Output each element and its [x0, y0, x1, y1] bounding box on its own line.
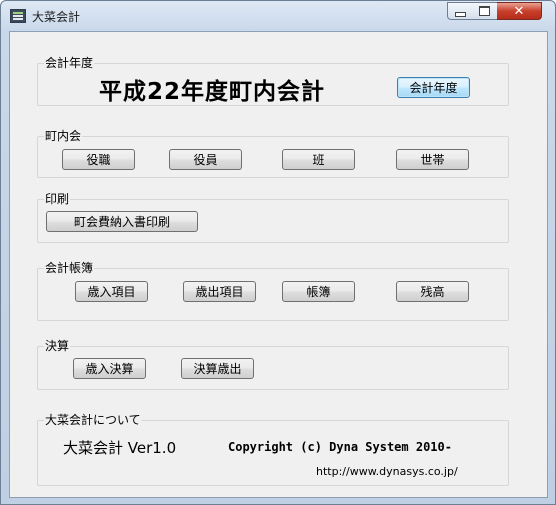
settlement-group-label: 決算 — [44, 339, 71, 353]
about-url[interactable]: http://www.dynasys.co.jp/ — [316, 465, 458, 478]
app-icon[interactable] — [10, 9, 26, 23]
title-bar[interactable]: 大菜会計 ✕ — [1, 1, 555, 31]
minimize-button[interactable] — [447, 2, 473, 20]
about-group-label: 大菜会計について — [44, 413, 142, 427]
close-icon: ✕ — [513, 3, 525, 19]
maximize-icon — [479, 6, 490, 16]
minimize-icon — [454, 11, 466, 17]
fiscal-year-group-label: 会計年度 — [44, 56, 95, 70]
fiscal-year-button[interactable]: 会計年度 — [397, 77, 470, 98]
balance-button[interactable]: 残高 — [396, 281, 469, 302]
neighborhood-group-label: 町内会 — [44, 129, 83, 143]
app-window: 大菜会計 ✕ 会計年度 平成22年度町内会計 会計年度 町内会 役職 役員 班 … — [0, 0, 556, 505]
revenue-settlement-button[interactable]: 歳入決算 — [73, 358, 146, 379]
print-group-label: 印刷 — [44, 192, 71, 206]
group-button[interactable]: 班 — [282, 149, 355, 170]
print-invoice-button[interactable]: 町会費納入書印刷 — [46, 211, 198, 232]
close-button[interactable]: ✕ — [497, 2, 542, 20]
ledger-button[interactable]: 帳簿 — [282, 281, 355, 302]
ledger-group-label: 会計帳簿 — [44, 261, 95, 275]
window-title: 大菜会計 — [32, 10, 81, 24]
maximize-button[interactable] — [472, 2, 498, 20]
about-product-version: 大菜会計 Ver1.0 — [63, 439, 177, 457]
fiscal-year-heading: 平成22年度町内会計 — [99, 79, 326, 105]
expense-items-button[interactable]: 歳出項目 — [183, 281, 256, 302]
officer-roles-button[interactable]: 役職 — [62, 149, 135, 170]
revenue-items-button[interactable]: 歳入項目 — [75, 281, 148, 302]
about-copyright: Copyright (c) Dyna System 2010- — [228, 440, 452, 454]
officers-button[interactable]: 役員 — [169, 149, 242, 170]
client-area: 会計年度 平成22年度町内会計 会計年度 町内会 役職 役員 班 世帯 印刷 町… — [9, 31, 548, 498]
household-button[interactable]: 世帯 — [396, 149, 469, 170]
expense-settlement-button[interactable]: 決算歳出 — [181, 358, 254, 379]
